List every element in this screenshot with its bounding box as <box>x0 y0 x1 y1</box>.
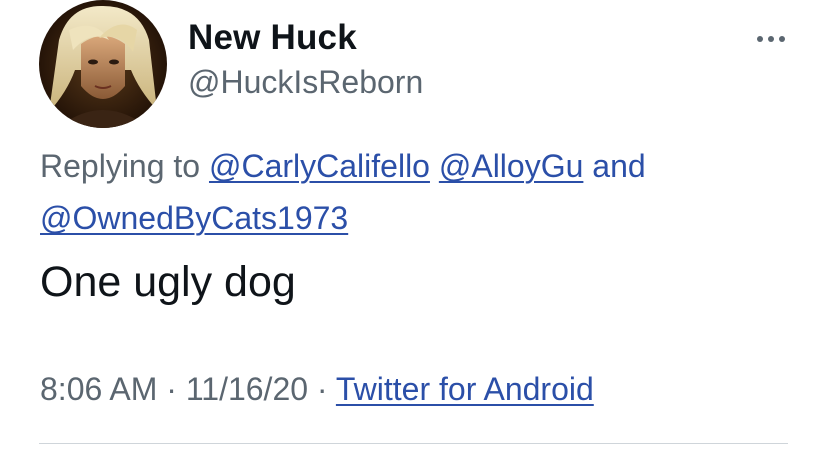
reply-context: Replying to @CarlyCalifello @AlloyGu and… <box>40 140 800 244</box>
more-dots-icon <box>779 36 785 42</box>
tweet-time[interactable]: 8:06 AM <box>40 371 157 407</box>
more-dots-icon <box>757 36 763 42</box>
mention-link[interactable]: @CarlyCalifello <box>209 148 430 184</box>
meta-separator: · <box>166 371 177 407</box>
tweet-text: One ugly dog <box>40 258 296 306</box>
tweet-meta: 8:06 AM · 11/16/20 · Twitter for Android <box>40 371 594 408</box>
tweet-source-link[interactable]: Twitter for Android <box>336 371 594 407</box>
display-name[interactable]: New Huck <box>188 18 357 58</box>
more-dots-icon <box>768 36 774 42</box>
user-handle[interactable]: @HuckIsReborn <box>188 64 423 101</box>
reply-prefix: Replying to <box>40 148 201 184</box>
profile-portrait-icon <box>39 0 167 128</box>
tweet-date[interactable]: 11/16/20 <box>186 371 308 407</box>
meta-separator: · <box>316 371 328 407</box>
mention-joiner: and <box>592 148 646 184</box>
avatar[interactable] <box>39 0 167 128</box>
mention-link[interactable]: @AlloyGu <box>439 148 584 184</box>
more-options-button[interactable] <box>748 24 794 54</box>
divider <box>39 443 788 444</box>
tweet-card: New Huck @HuckIsReborn Replying to @Carl… <box>0 0 827 463</box>
mention-link[interactable]: @OwnedByCats1973 <box>40 200 348 236</box>
